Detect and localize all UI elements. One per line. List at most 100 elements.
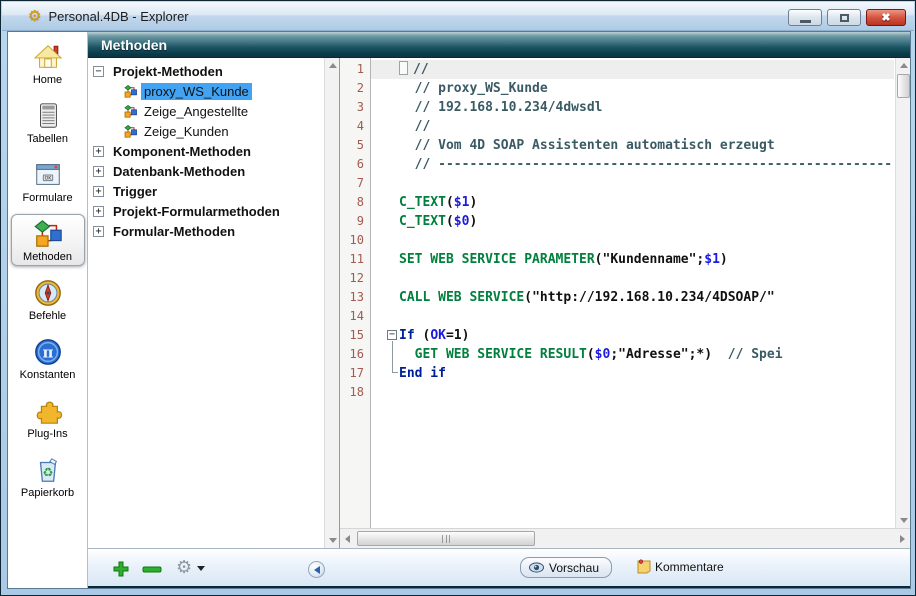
minus-icon <box>142 566 162 573</box>
editor-horizontal-scrollbar[interactable] <box>340 528 910 548</box>
code-line-7[interactable] <box>371 174 894 193</box>
expand-icon[interactable]: + <box>93 186 104 197</box>
code-line-13[interactable]: CALL WEB SERVICE("http://192.168.10.234/… <box>371 288 894 307</box>
close-button[interactable]: ✖ <box>866 9 906 26</box>
code-token: ( <box>446 195 454 210</box>
sidebar-item-label: Plug-Ins <box>27 428 67 440</box>
sidebar-item-tabellen[interactable]: Tabellen <box>11 96 85 148</box>
forms-icon: OK <box>33 159 63 191</box>
fold-collapse-icon[interactable]: − <box>387 330 397 340</box>
horizontal-scroll-thumb[interactable] <box>357 531 535 546</box>
collapse-icon[interactable]: − <box>93 66 104 77</box>
tree-item-label: Projekt-Formularmethoden <box>113 204 280 219</box>
preview-label: Vorschau <box>549 561 599 575</box>
expand-icon[interactable]: + <box>93 206 104 217</box>
add-method-button[interactable] <box>112 560 130 578</box>
code-line-3[interactable]: // 192.168.10.234/4dwsdl <box>371 98 894 117</box>
code-token: $0 <box>595 347 611 362</box>
settings-menu-button[interactable]: ⚙ <box>176 559 205 577</box>
code-line-9[interactable]: C_TEXT($0) <box>371 212 894 231</box>
tree-item-zeige-angestellte[interactable]: Zeige_Angestellte <box>88 101 323 121</box>
arrow-left-icon <box>310 566 320 574</box>
editor-vertical-scrollbar[interactable] <box>895 58 910 528</box>
line-number: 8 <box>340 193 364 212</box>
scroll-up-icon[interactable] <box>325 58 340 73</box>
tree-item-zeige-kunden[interactable]: Zeige_Kunden <box>88 121 323 141</box>
comments-toggle[interactable]: Kommentare <box>637 559 724 574</box>
code-token: SET WEB SERVICE PARAMETER <box>399 252 595 267</box>
sidebar-item-formulare[interactable]: OKFormulare <box>11 155 85 207</box>
sidebar-item-home[interactable]: Home <box>11 37 85 89</box>
scroll-down-icon[interactable] <box>325 533 340 548</box>
code-line-2[interactable]: // proxy_WS_Kunde <box>371 79 894 98</box>
sidebar-item-methoden[interactable]: Methoden <box>11 214 85 266</box>
tree-scrollbar[interactable] <box>324 58 339 548</box>
preview-toggle-button[interactable]: Vorschau <box>520 557 612 578</box>
line-number: 11 <box>340 250 364 269</box>
tree-item-proxy-ws-kunde[interactable]: proxy_WS_Kunde <box>88 81 323 101</box>
remove-method-button[interactable] <box>142 566 162 573</box>
title-bar[interactable]: ⚙ Personal.4DB - Explorer ✖ <box>2 2 914 31</box>
window-title: Personal.4DB - Explorer <box>48 9 188 24</box>
code-line-5[interactable]: // Vom 4D SOAP Assistenten automatisch e… <box>371 136 894 155</box>
code-token: // <box>399 119 430 134</box>
sidebar-item-label: Formulare <box>22 192 72 204</box>
collapse-pane-button[interactable] <box>308 561 325 578</box>
sidebar-item-papierkorb[interactable]: ♻Papierkorb <box>11 450 85 502</box>
code-token: ; <box>610 347 618 362</box>
sidebar-item-konstanten[interactable]: πKonstanten <box>11 332 85 384</box>
maximize-button[interactable] <box>827 9 861 26</box>
scroll-left-icon[interactable] <box>340 531 355 546</box>
code-token: C_TEXT <box>399 214 446 229</box>
code-line-4[interactable]: // <box>371 117 894 136</box>
constants-pi-icon: π <box>33 336 63 368</box>
code-line-10[interactable] <box>371 231 894 250</box>
expand-icon[interactable]: + <box>93 166 104 177</box>
code-line-12[interactable] <box>371 269 894 288</box>
tree-item-projekt-methoden[interactable]: −Projekt-Methoden <box>88 61 323 81</box>
tree-item-label: Datenbank-Methoden <box>113 164 245 179</box>
code-line-18[interactable] <box>371 383 894 402</box>
code-token: ( <box>446 214 454 229</box>
sidebar-item-label: Home <box>33 74 62 86</box>
code-line-6[interactable]: // -------------------------------------… <box>371 155 894 174</box>
vertical-scroll-thumb[interactable] <box>897 74 910 98</box>
close-icon: ✖ <box>881 11 890 24</box>
code-line-17[interactable]: End if <box>371 364 894 383</box>
code-line-1[interactable]: // <box>371 60 894 79</box>
code-token: CALL WEB SERVICE <box>399 290 524 305</box>
tree-item-komponent-methoden[interactable]: +Komponent-Methoden <box>88 141 323 161</box>
note-icon <box>637 559 651 574</box>
sidebar-item-plugins[interactable]: Plug-Ins <box>11 391 85 443</box>
maximize-icon <box>840 14 849 22</box>
minimize-button[interactable] <box>788 9 822 26</box>
expand-icon[interactable]: + <box>93 226 104 237</box>
scroll-up-icon[interactable] <box>896 58 911 73</box>
code-line-14[interactable] <box>371 307 894 326</box>
scroll-down-icon[interactable] <box>896 513 911 528</box>
svg-text:♻: ♻ <box>42 466 53 480</box>
tree-item-projekt-formularmethoden[interactable]: + Projekt-Formularmethoden <box>88 201 323 221</box>
scroll-right-icon[interactable] <box>895 531 910 546</box>
tree-item-formular-methoden[interactable]: +Formular-Methoden <box>88 221 323 241</box>
code-area[interactable]: // // proxy_WS_Kunde // 192.168.10.234/4… <box>371 58 894 528</box>
code-line-16[interactable]: GET WEB SERVICE RESULT($0;"Adresse";*) /… <box>371 345 894 364</box>
expand-icon[interactable]: + <box>93 146 104 157</box>
home-icon <box>33 41 63 73</box>
code-line-15[interactable]: −If (OK=1) <box>371 326 894 345</box>
code-token: ( <box>595 252 603 267</box>
tree-item-label: Zeige_Angestellte <box>144 104 248 119</box>
code-line-8[interactable]: C_TEXT($1) <box>371 193 894 212</box>
code-token <box>399 347 415 362</box>
methods-icon <box>33 218 63 250</box>
tree-item-datenbank-methoden[interactable]: + Datenbank-Methoden <box>88 161 323 181</box>
line-number: 15 <box>340 326 364 345</box>
code-line-11[interactable]: SET WEB SERVICE PARAMETER("Kundenname";$… <box>371 250 894 269</box>
line-number: 2 <box>340 79 364 98</box>
sidebar-item-befehle[interactable]: Befehle <box>11 273 85 325</box>
code-editor[interactable]: 123456789101112131415161718 // // proxy_… <box>340 58 910 528</box>
tree-item-trigger[interactable]: +Trigger <box>88 181 323 201</box>
explorer-window: ⚙ Personal.4DB - Explorer ✖ Home Tabellen… <box>0 0 916 596</box>
sidebar-item-label: Tabellen <box>27 133 68 145</box>
sidebar-item-label: Befehle <box>29 310 66 322</box>
